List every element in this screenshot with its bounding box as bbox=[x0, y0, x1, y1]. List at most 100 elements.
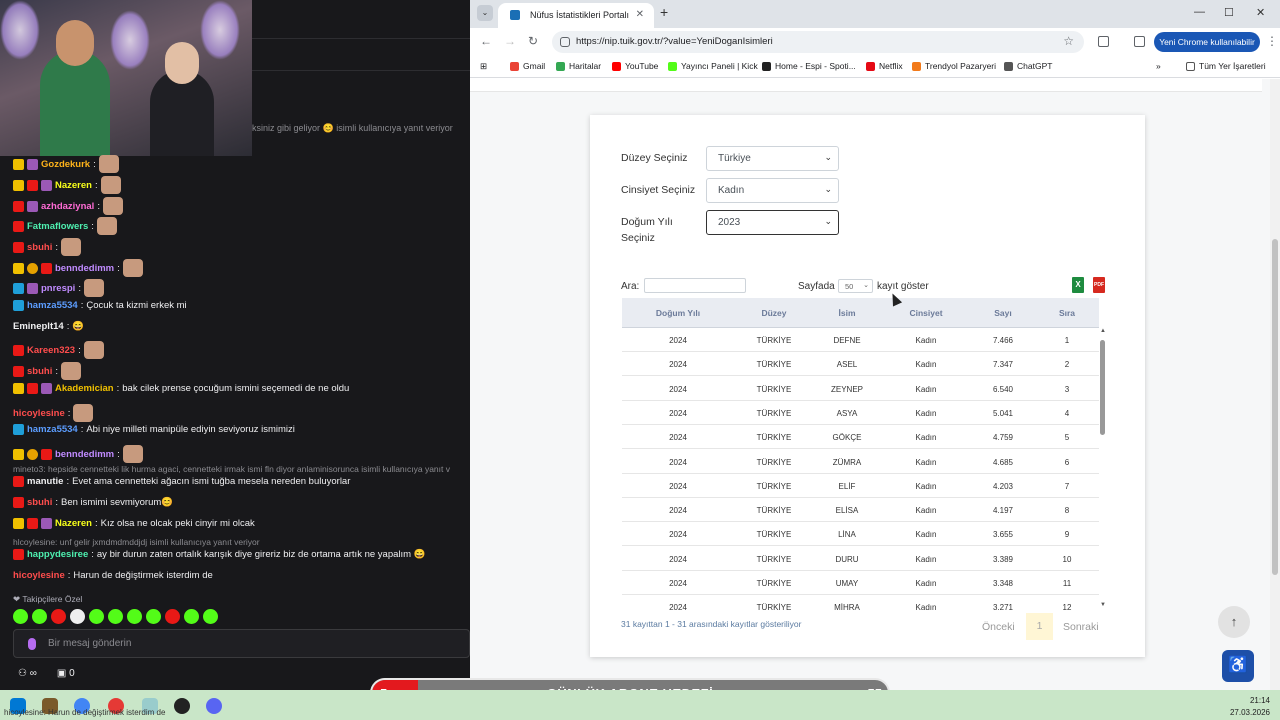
chat-username[interactable]: Kareen323 bbox=[27, 345, 75, 356]
table-scrollbar[interactable]: ▲ ▼ bbox=[1099, 328, 1107, 610]
chat-header-area: ksiniz gibi geliyor 😊 isimli kullanıcıya… bbox=[252, 0, 470, 156]
next-page-button[interactable]: Sonraki bbox=[1063, 621, 1099, 633]
chat-username[interactable]: sbuhi bbox=[27, 366, 52, 377]
maximize-button[interactable]: ☐ bbox=[1224, 6, 1234, 19]
year-select[interactable]: 2023 ⌄ bbox=[706, 210, 839, 235]
chat-username[interactable]: Nazeren bbox=[55, 180, 92, 191]
emote[interactable] bbox=[89, 609, 104, 624]
bookmark-maps[interactable]: Haritalar bbox=[556, 61, 601, 71]
chat-username[interactable]: Gozdekurk bbox=[41, 159, 90, 170]
per-page-select[interactable]: 50 ⌄ bbox=[838, 279, 873, 293]
downloads-icon[interactable] bbox=[1134, 36, 1145, 47]
chat-username[interactable]: manutie bbox=[27, 476, 63, 487]
excel-export-icon[interactable]: X bbox=[1072, 277, 1084, 293]
emote[interactable] bbox=[184, 609, 199, 624]
scroll-down-icon[interactable]: ▼ bbox=[1100, 602, 1106, 608]
bookmark-gmail[interactable]: Gmail bbox=[510, 61, 545, 71]
chat-username[interactable]: azhdaziynal bbox=[41, 201, 94, 212]
page-scrollbar[interactable] bbox=[1270, 79, 1280, 690]
column-header[interactable]: Cinsiyet bbox=[909, 308, 942, 318]
emote[interactable] bbox=[165, 609, 180, 624]
chat-username[interactable]: benndedimm bbox=[55, 449, 114, 460]
emote[interactable] bbox=[203, 609, 218, 624]
chat-username[interactable]: pnrespi bbox=[41, 283, 75, 294]
scroll-to-top-button[interactable]: ↑ bbox=[1218, 606, 1250, 638]
table-header: Doğum Yılı Düzey İsim Cinsiyet Sayı Sıra bbox=[622, 298, 1099, 328]
site-info-icon[interactable] bbox=[560, 37, 570, 47]
column-header[interactable]: Doğum Yılı bbox=[656, 308, 700, 318]
chat-emote bbox=[83, 341, 104, 359]
viewers-infinity[interactable]: ⚇ ∞ bbox=[18, 668, 37, 679]
page-1-button[interactable]: 1 bbox=[1026, 613, 1053, 640]
column-header[interactable]: Sıra bbox=[1059, 308, 1075, 318]
chat-message: benndedimm: bbox=[13, 445, 143, 463]
table-cell: 7.466 bbox=[992, 336, 1014, 345]
chat-username[interactable]: hicoylesine bbox=[13, 408, 65, 419]
column-header[interactable]: Düzey bbox=[761, 308, 786, 318]
all-bookmarks-folder[interactable]: Tüm Yer İşaretleri bbox=[1186, 61, 1266, 71]
chat-username[interactable]: Akademician bbox=[55, 383, 114, 394]
bookmarks-overflow-icon[interactable]: » bbox=[1156, 61, 1161, 71]
apps-icon[interactable]: ⊞ bbox=[480, 61, 487, 72]
emote[interactable] bbox=[127, 609, 142, 624]
close-tab-icon[interactable]: ✕ bbox=[636, 9, 644, 20]
obs-icon[interactable] bbox=[174, 698, 190, 714]
emote[interactable] bbox=[146, 609, 161, 624]
bookmark-star-icon[interactable]: ☆ bbox=[1063, 34, 1074, 48]
emote[interactable] bbox=[70, 609, 85, 624]
chat-username[interactable]: happydesiree bbox=[27, 549, 88, 560]
chat-username[interactable]: hamza5534 bbox=[27, 300, 78, 311]
chat-username[interactable]: Fatmaflowers bbox=[27, 221, 88, 232]
bookmark-trendyol[interactable]: Trendyol Pazaryeri bbox=[912, 61, 996, 71]
microphone-icon[interactable] bbox=[28, 638, 36, 650]
extensions-icon[interactable] bbox=[1098, 36, 1109, 47]
chat-username[interactable]: Emineplt14 bbox=[13, 321, 64, 332]
chat-username[interactable]: benndedimm bbox=[55, 263, 114, 274]
chat-message-input[interactable]: Bir mesaj gönderin bbox=[13, 629, 470, 658]
bookmark-spotify[interactable]: Home - Espi - Spoti... bbox=[762, 61, 856, 71]
chevron-down-icon: ⌄ bbox=[824, 216, 832, 226]
chat-username[interactable]: hicoylesine bbox=[13, 570, 65, 581]
emote-quickbar[interactable] bbox=[13, 609, 218, 624]
table-cell: Kadın bbox=[915, 481, 937, 491]
gift-count[interactable]: ▣ 0 bbox=[57, 668, 75, 679]
level-select[interactable]: Türkiye ⌄ bbox=[706, 146, 839, 171]
chrome-update-button[interactable]: Yeni Chrome kullanılabilir bbox=[1154, 32, 1260, 52]
back-button[interactable]: ← bbox=[480, 34, 492, 48]
search-input[interactable] bbox=[644, 278, 746, 293]
chat-text: Harun de değiştirmek isterdim de bbox=[73, 570, 213, 581]
new-tab-button[interactable]: + bbox=[660, 4, 668, 20]
discord-icon[interactable] bbox=[206, 698, 222, 714]
chat-username[interactable]: hamza5534 bbox=[27, 424, 78, 435]
bookmark-chatgpt[interactable]: ChatGPT bbox=[1004, 61, 1052, 71]
coin-badge-icon bbox=[27, 262, 38, 274]
pdf-export-icon[interactable]: PDF bbox=[1093, 277, 1105, 293]
tab-search-button[interactable]: ⌄ bbox=[477, 5, 493, 21]
gender-select[interactable]: Kadın ⌄ bbox=[706, 178, 839, 203]
bookmark-kick[interactable]: Yayıncı Paneli | Kick bbox=[668, 61, 758, 71]
accessibility-icon[interactable]: ♿ bbox=[1222, 650, 1254, 682]
close-window-button[interactable]: ✕ bbox=[1256, 6, 1265, 19]
system-clock[interactable]: 21:14 27.03.2026 bbox=[1230, 695, 1270, 719]
tab-nufus-portal[interactable]: Nüfus İstatistikleri Portalı ✕ bbox=[498, 3, 654, 28]
address-bar[interactable]: https://nip.tuik.gov.tr/?value=YeniDogan… bbox=[552, 31, 1084, 53]
bookmark-youtube[interactable]: YouTube bbox=[612, 61, 658, 71]
chat-username[interactable]: sbuhi bbox=[27, 242, 52, 253]
scroll-up-icon[interactable]: ▲ bbox=[1100, 328, 1106, 334]
chat-username[interactable]: Nazeren bbox=[55, 518, 92, 529]
chrome-menu-icon[interactable]: ⋮ bbox=[1266, 34, 1278, 48]
forward-button[interactable]: → bbox=[504, 34, 516, 48]
table-cell: 2024 bbox=[669, 603, 687, 610]
column-header[interactable]: İsim bbox=[838, 308, 855, 318]
bookmark-netflix[interactable]: Netflix bbox=[866, 61, 903, 71]
emote[interactable] bbox=[32, 609, 47, 624]
chat-username[interactable]: sbuhi bbox=[27, 497, 52, 508]
reload-button[interactable]: ↻ bbox=[528, 34, 538, 48]
emote[interactable] bbox=[108, 609, 123, 624]
column-header[interactable]: Sayı bbox=[994, 308, 1012, 318]
minimize-button[interactable]: — bbox=[1194, 6, 1205, 18]
previous-page-button[interactable]: Önceki bbox=[982, 621, 1015, 633]
table-cell: 2024 bbox=[669, 457, 687, 467]
emote[interactable] bbox=[51, 609, 66, 624]
emote[interactable] bbox=[13, 609, 28, 624]
